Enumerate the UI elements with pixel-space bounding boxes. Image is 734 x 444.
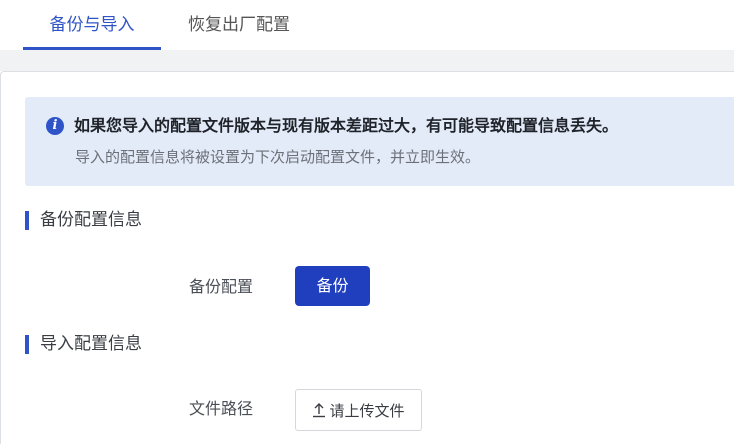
upload-file-button[interactable]: 请上传文件 [295,389,422,431]
file-path-label: 文件路径 [189,399,254,418]
upload-icon [313,403,326,418]
tabs-bar: 备份与导入 恢复出厂配置 [0,0,734,50]
import-section-marker [25,335,29,354]
tabs-divider-strip [0,50,734,71]
notice-description: 导入的配置信息将被设置为下次启动配置文件，并立即生效。 [75,148,481,166]
notice-banner [25,97,734,186]
backup-section-title: 备份配置信息 [40,210,142,230]
tab-factory-reset[interactable]: 恢复出厂配置 [172,0,306,50]
info-icon: i [46,117,64,135]
upload-file-label: 请上传文件 [329,401,405,420]
backup-button[interactable]: 备份 [295,266,370,306]
backup-section-marker [25,211,29,230]
page: 备份与导入 恢复出厂配置 i 如果您导入的配置文件版本与现有版本差距过大，有可能… [0,0,734,444]
import-section-title: 导入配置信息 [40,334,142,354]
backup-config-label: 备份配置 [189,277,254,296]
notice-title: 如果您导入的配置文件版本与现有版本差距过大，有可能导致配置信息丢失。 [74,116,619,135]
tab-backup-import[interactable]: 备份与导入 [23,0,161,50]
